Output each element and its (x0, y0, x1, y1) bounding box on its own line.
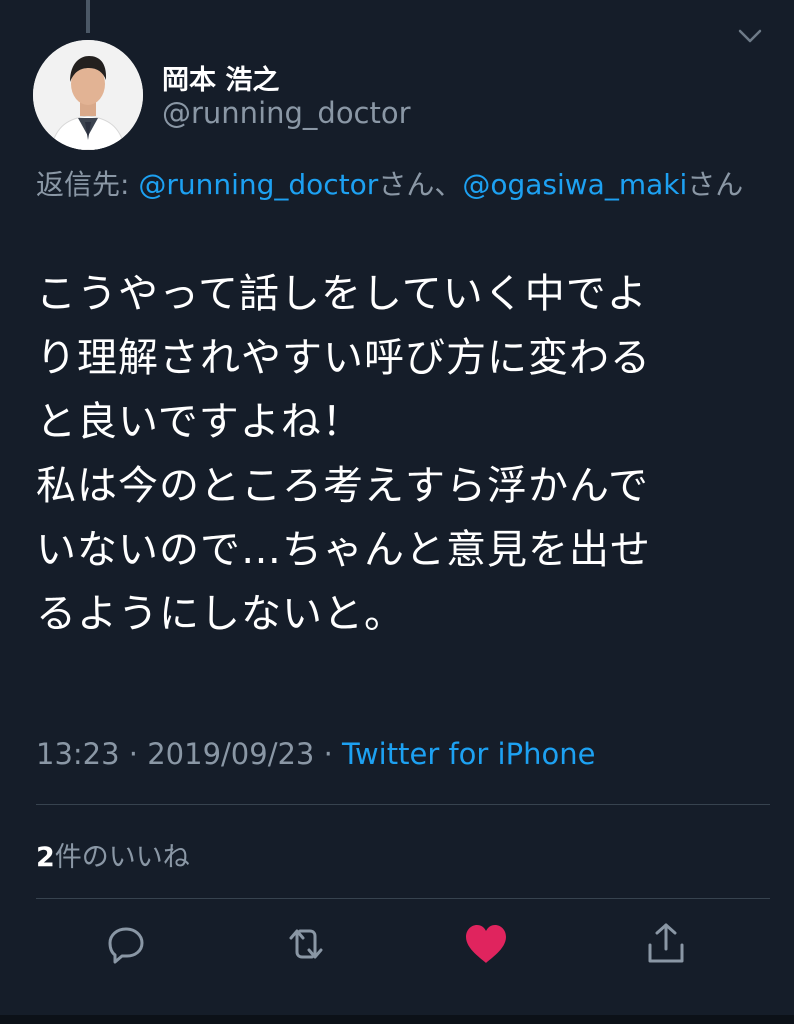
like-button[interactable] (462, 922, 510, 970)
reply-icon (104, 922, 148, 970)
tweet-line: こうやって話しをしていく中でよ (36, 271, 648, 317)
share-icon (644, 921, 688, 971)
share-button[interactable] (642, 922, 690, 970)
author-handle[interactable]: @running_doctor (162, 96, 411, 130)
likes-label: 件のいいね (54, 842, 190, 873)
reply-to-line: 返信先: @running_doctorさん、@ogasiwa_makiさん (36, 165, 756, 205)
tweet-line: り理解されやすい呼び方に変わる (36, 335, 651, 381)
meta-separator: · (314, 737, 343, 771)
reply-to-suffix: さん (687, 168, 744, 201)
tweet-source-link[interactable]: Twitter for iPhone (342, 737, 595, 771)
tweet-line: るようにしないと。 (36, 591, 405, 637)
meta-separator: · (119, 737, 148, 771)
chevron-down-icon[interactable] (735, 24, 765, 48)
tweet-line: いないので…ちゃんと意見を出せ (36, 527, 651, 573)
tweet-time: 13:23 (36, 737, 120, 771)
mention-link-running-doctor[interactable]: @running_doctor (138, 168, 378, 201)
tweet-text: こうやって話しをしていく中でよ り理解されやすい呼び方に変わる と良いですよね！… (36, 262, 766, 646)
tweet-meta: 13:23 · 2019/09/23 · Twitter for iPhone (36, 737, 595, 771)
tweet-line: 私は今のところ考えすら浮かんで (36, 463, 649, 509)
author-display-name[interactable]: 岡本 浩之 (162, 58, 279, 97)
reply-to-suffix: さん、 (378, 168, 463, 201)
tweet-date[interactable]: 2019/09/23 (147, 737, 314, 771)
reply-button[interactable] (102, 922, 150, 970)
tweet-line: と良いですよね！ (36, 399, 363, 445)
mention-link-ogasiwa-maki[interactable]: @ogasiwa_maki (462, 168, 687, 201)
retweet-button[interactable] (282, 922, 330, 970)
divider (36, 898, 770, 899)
avatar[interactable] (33, 40, 143, 150)
thread-connector-line (86, 0, 90, 33)
divider (36, 804, 770, 805)
reply-to-prefix: 返信先: (36, 168, 139, 201)
heart-icon (463, 923, 509, 969)
retweet-icon (282, 922, 330, 970)
likes-count: 2 (36, 842, 55, 873)
bottom-edge (0, 1015, 794, 1024)
likes-count-link[interactable]: 2件のいいね (36, 835, 190, 874)
